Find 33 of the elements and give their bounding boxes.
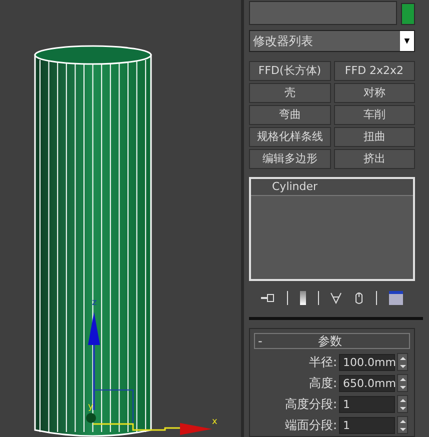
rollout-toggle[interactable]: -	[258, 332, 318, 350]
modifier-button[interactable]: 对称	[334, 83, 415, 103]
axis-label: x	[212, 417, 218, 427]
parameter-field[interactable]: 650.0mm	[339, 374, 395, 392]
modifier-button[interactable]: 扭曲	[334, 127, 415, 147]
spinner-arrows-icon[interactable]	[397, 374, 408, 392]
pin-icon[interactable]	[260, 293, 275, 303]
rollout-title: 参数	[318, 333, 342, 350]
parameter-field[interactable]: 1	[339, 416, 395, 434]
object-name-field[interactable]	[249, 1, 397, 25]
object-color-swatch[interactable]	[401, 3, 415, 25]
spinner-arrows-icon[interactable]	[397, 395, 408, 413]
stack-item[interactable]: Cylinder	[251, 179, 413, 196]
parameter-label: 高度:	[308, 375, 337, 392]
spinner-arrows-icon[interactable]	[397, 353, 408, 371]
modifier-button[interactable]: FFD(长方体)	[249, 61, 330, 81]
modifier-button[interactable]: 编辑多边形	[249, 149, 330, 169]
parameter-label: 半径:	[308, 354, 337, 371]
modifier-button[interactable]: 规格化样条线	[249, 127, 330, 147]
modifier-button[interactable]: 挤出	[334, 149, 415, 169]
parameter-label: 高度分段:	[284, 396, 337, 413]
parameter-field[interactable]: 1	[339, 396, 395, 412]
rollout-header[interactable]: - 参数	[254, 333, 410, 349]
modifier-button[interactable]: 车削	[334, 105, 415, 125]
parameter-label: 端面分段:	[284, 417, 337, 434]
modifier-button[interactable]: 壳	[249, 83, 330, 103]
modifier-button[interactable]: 弯曲	[249, 105, 330, 125]
modifier-button[interactable]: FFD 2x2x2	[334, 61, 415, 81]
modifier-stack-list[interactable]: Cylinder	[249, 177, 415, 281]
parameter-field[interactable]: 100.0mm	[339, 354, 395, 370]
configure-sets-icon[interactable]	[389, 291, 404, 305]
spinner-arrows-icon[interactable]	[397, 416, 408, 434]
show-end-result-icon[interactable]	[300, 291, 306, 305]
